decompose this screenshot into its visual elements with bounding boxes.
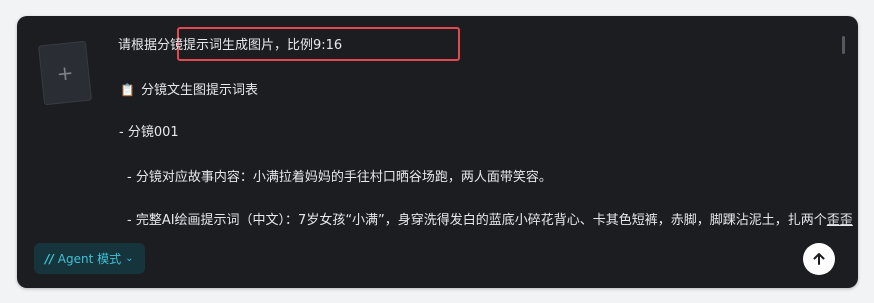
agent-slash-icon: //: [45, 251, 54, 266]
prompt-line-4: - 分镜对应故事内容：小满拉着妈妈的手往村口晒谷场跑，两人面带笑容。: [127, 170, 552, 185]
plus-icon: +: [55, 60, 75, 86]
prompt-line-2-text: 分镜文生图提示词表: [140, 83, 258, 98]
send-button[interactable]: [803, 243, 835, 275]
clipboard-icon: 📋: [120, 83, 135, 97]
prompt-line-1: 请根据分镜提示词生成图片，比例9:16: [118, 38, 343, 53]
prompt-line-5-text: - 完整AI绘画提示词（中文）：7岁女孩“小满”，身穿洗得发白的蓝底小碎花背心、…: [127, 213, 827, 228]
agent-mode-button[interactable]: // Agent 模式 ⌄: [34, 243, 145, 274]
prompt-line-2: 📋 分镜文生图提示词表: [120, 81, 258, 100]
add-image-thumbnail[interactable]: +: [37, 40, 93, 106]
chevron-down-icon: ⌄: [125, 253, 134, 264]
prompt-line-3: - 分镜001: [119, 125, 179, 140]
prompt-line-5: - 完整AI绘画提示词（中文）：7岁女孩“小满”，身穿洗得发白的蓝底小碎花背心、…: [127, 212, 853, 230]
arrow-up-icon: [813, 253, 825, 265]
prompt-line-5-tail: 歪歪: [826, 213, 853, 228]
composer-text-area[interactable]: 请根据分镜提示词生成图片，比例9:16 📋 分镜文生图提示词表 - 分镜001 -…: [102, 16, 853, 288]
agent-mode-label: Agent 模式: [57, 252, 122, 266]
scrollbar[interactable]: [842, 36, 845, 54]
chat-composer: + 请根据分镜提示词生成图片，比例9:16 📋 分镜文生图提示词表 - 分镜001…: [17, 16, 858, 288]
